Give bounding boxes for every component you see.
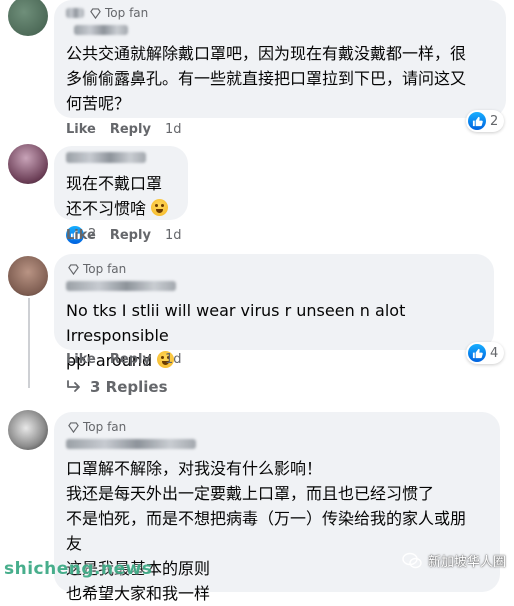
- reply-arrow-icon: [67, 380, 80, 392]
- avatar[interactable]: [8, 410, 48, 450]
- like-button[interactable]: Like: [66, 352, 96, 367]
- timestamp[interactable]: 1d: [165, 352, 182, 367]
- channel-watermark: 新加坡华人圈: [402, 551, 506, 570]
- avatar[interactable]: [8, 256, 48, 296]
- reaction-summary[interactable]: 4: [466, 342, 505, 364]
- author-line: Top fan: [66, 418, 488, 436]
- thread-line: [28, 298, 30, 388]
- reply-button[interactable]: Reply: [110, 122, 151, 137]
- author-name[interactable]: [66, 152, 146, 163]
- top-fan-badge: Top fan: [68, 420, 126, 434]
- badge-label: Top fan: [105, 6, 149, 20]
- diamond-badge-icon: [90, 7, 101, 19]
- comment-text: 口罩解不解除，对我没有什么影响！ 我还是每天外出一定要戴上口罩，而且也已经习惯了…: [66, 459, 467, 603]
- comment-text: 公共交通就解除戴口罩吧，因为现在有戴没戴都一样，很 多偷偷露鼻孔。有一些就直接把口…: [66, 44, 467, 113]
- avatar[interactable]: [8, 144, 48, 184]
- grimace-emoji-icon: [151, 199, 169, 216]
- top-fan-badge: Top fan: [68, 262, 126, 276]
- comment-bubble: 现在不戴口罩 还不习惯啥 2: [54, 146, 188, 244]
- avatar[interactable]: [8, 0, 48, 36]
- author-line: Top fan: [66, 260, 482, 278]
- like-button[interactable]: Like: [66, 228, 96, 243]
- reaction-count: 2: [490, 113, 499, 129]
- comment-actions: Like Reply 1d: [66, 228, 181, 243]
- reply-button[interactable]: Reply: [110, 228, 151, 243]
- channel-name: 新加坡华人圈: [428, 555, 507, 570]
- diamond-badge-icon: [68, 421, 79, 433]
- reply-button[interactable]: Reply: [110, 352, 151, 367]
- reaction-count: 4: [490, 345, 499, 361]
- author-name-line2: [74, 25, 128, 35]
- wechat-icon: [402, 552, 422, 568]
- like-reaction-icon: [468, 112, 486, 130]
- comment-actions: Like Reply 1d: [66, 122, 181, 137]
- timestamp[interactable]: 1d: [165, 122, 182, 137]
- author-name[interactable]: [66, 281, 176, 291]
- diamond-badge-icon: [68, 263, 79, 275]
- badge-label: Top fan: [83, 420, 127, 434]
- like-button[interactable]: Like: [66, 122, 96, 137]
- badge-label: Top fan: [83, 262, 127, 276]
- like-reaction-icon: [468, 344, 486, 362]
- view-replies-link[interactable]: 3 Replies: [66, 378, 168, 396]
- author-line: Top fan: [66, 4, 494, 22]
- comment-bubble: Top fan 公共交通就解除戴口罩吧，因为现在有戴没戴都一样，很 多偷偷露鼻孔。…: [54, 0, 506, 118]
- replies-count: 3 Replies: [90, 378, 168, 396]
- site-watermark: shicheng.news: [4, 559, 153, 579]
- comment-actions: Like Reply 1d: [66, 352, 181, 367]
- reaction-summary[interactable]: 2: [466, 110, 505, 132]
- timestamp[interactable]: 1d: [165, 228, 182, 243]
- author-name[interactable]: [66, 8, 84, 18]
- top-fan-badge: Top fan: [90, 6, 148, 20]
- comment-bubble: Top fan No tks I stlii will wear virus r…: [54, 254, 494, 370]
- author-name[interactable]: [66, 439, 196, 449]
